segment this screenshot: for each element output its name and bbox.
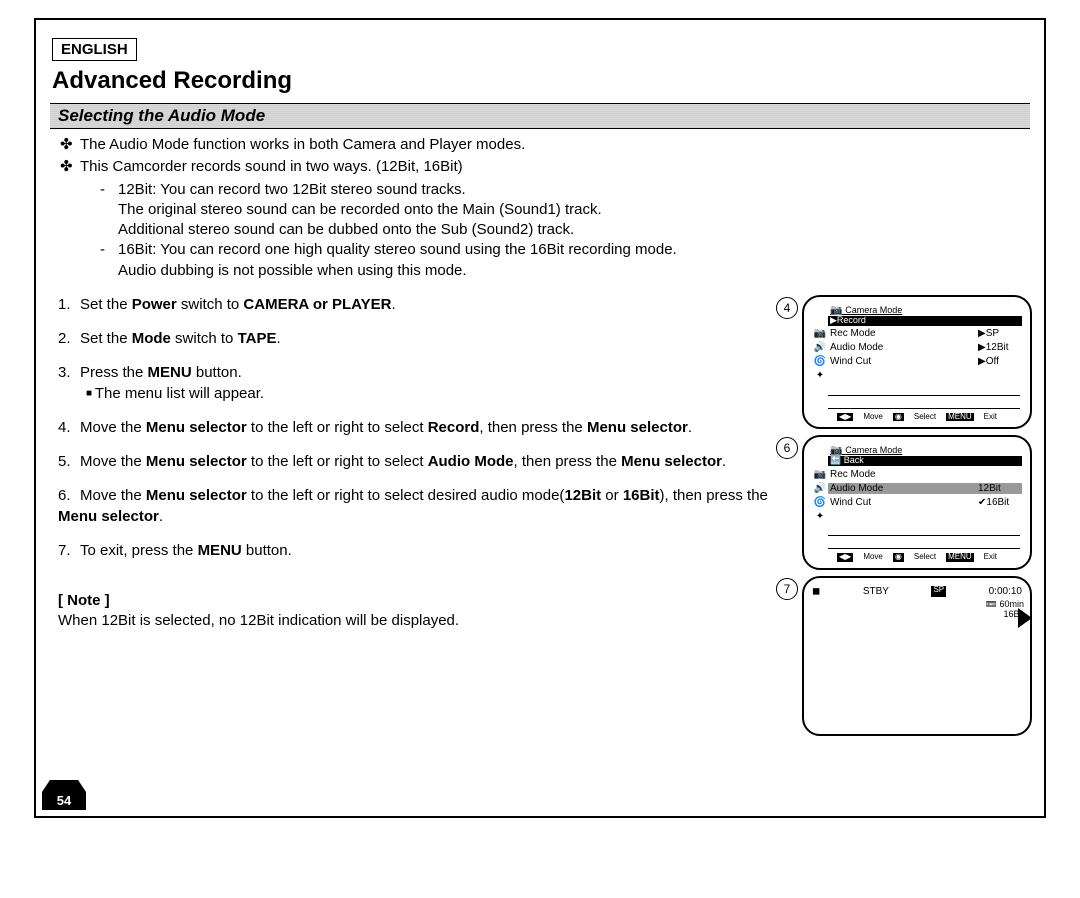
figure-number: 6 bbox=[776, 437, 798, 459]
intro-sub: The original stereo sound can be recorde… bbox=[118, 200, 602, 220]
figure-6: 6 Camera Mode 🔙 Back 📷Rec Mode 🔊Audio Mo… bbox=[776, 435, 1032, 570]
menu-row-highlighted: 🔊Audio Mode12Bit bbox=[812, 481, 1022, 495]
time-counter: 0:00:10 bbox=[989, 586, 1022, 597]
step-1: 1.Set the Power switch to CAMERA or PLAY… bbox=[58, 295, 768, 315]
intro-line: The Audio Mode function works in both Ca… bbox=[80, 135, 525, 155]
step-6: 6.Move the Menu selector to the left or … bbox=[58, 486, 768, 527]
lcd-screen-6: Camera Mode 🔙 Back 📷Rec Mode 🔊Audio Mode… bbox=[802, 435, 1032, 570]
intro-line: This Camcorder records sound in two ways… bbox=[80, 157, 463, 177]
lcd-footer: ◀▶Move ◉Select MENUExit bbox=[812, 413, 1022, 422]
intro-block: ✤The Audio Mode function works in both C… bbox=[60, 135, 1032, 281]
play-triangle-icon bbox=[1018, 608, 1032, 628]
menu-row: 🌀Wind Cut▶Off bbox=[812, 355, 1022, 369]
row-icon: 🌀 bbox=[812, 356, 828, 367]
step-2: 2.Set the Mode switch to TAPE. bbox=[58, 329, 768, 349]
intro-sub: 12Bit: You can record two 12Bit stereo s… bbox=[118, 180, 466, 200]
intro-sub: Additional stereo sound can be dubbed on… bbox=[118, 220, 574, 240]
row-icon: ✦ bbox=[812, 370, 828, 381]
lcd-screen-4: Camera Mode ▶Record 📷Rec Mode▶SP 🔊Audio … bbox=[802, 295, 1032, 430]
menu-row: 🔊Audio Mode▶12Bit bbox=[812, 341, 1022, 355]
lcd-screen-7: ◼ STBY SP 0:00:10 📼 60min 16Bit bbox=[802, 576, 1032, 736]
row-icon: ✦ bbox=[812, 511, 828, 522]
sp-badge: SP bbox=[931, 586, 946, 597]
menu-row: 🌀Wind Cut✔16Bit bbox=[812, 495, 1022, 509]
figure-7: 7 ◼ STBY SP 0:00:10 📼 60min 16Bit bbox=[776, 576, 1032, 736]
step-5: 5.Move the Menu selector to the left or … bbox=[58, 452, 768, 472]
row-icon: 📷 bbox=[812, 328, 828, 339]
language-badge: ENGLISH bbox=[52, 38, 137, 61]
lcd-submenu: ▶Record bbox=[828, 316, 1022, 326]
menu-row: ✦ bbox=[812, 369, 1022, 383]
manual-page: ENGLISH Advanced Recording Selecting the… bbox=[34, 18, 1046, 818]
lcd-footer: ◀▶Move ◉Select MENUExit bbox=[812, 553, 1022, 562]
row-icon: 🔊 bbox=[812, 342, 828, 353]
figures-column: 4 Camera Mode ▶Record 📷Rec Mode▶SP 🔊Audi… bbox=[776, 295, 1032, 742]
intro-sub: Audio dubbing is not possible when using… bbox=[118, 261, 467, 281]
step-3: 3.Press the MENU button. The menu list w… bbox=[58, 363, 768, 404]
step-7: 7.To exit, press the MENU button. bbox=[58, 541, 768, 561]
step-4: 4.Move the Menu selector to the left or … bbox=[58, 418, 768, 438]
page-number-badge: 54 bbox=[42, 780, 86, 810]
menu-row: 📷Rec Mode bbox=[812, 467, 1022, 481]
menu-row: ✦ bbox=[812, 509, 1022, 523]
menu-row: 📷Rec Mode▶SP bbox=[812, 327, 1022, 341]
section-heading: Selecting the Audio Mode bbox=[50, 103, 1030, 129]
row-icon: 🔊 bbox=[812, 483, 828, 494]
stby-label: STBY bbox=[863, 586, 889, 597]
steps-column: 1.Set the Power switch to CAMERA or PLAY… bbox=[48, 295, 768, 742]
lcd-submenu: 🔙 Back bbox=[828, 456, 1022, 466]
figure-number: 7 bbox=[776, 578, 798, 600]
row-icon: 📷 bbox=[812, 469, 828, 480]
step-3-bullet: The menu list will appear. bbox=[86, 384, 768, 404]
row-icon: 🌀 bbox=[812, 497, 828, 508]
note-heading: [ Note ] bbox=[58, 591, 768, 611]
intro-sub: 16Bit: You can record one high quality s… bbox=[118, 240, 677, 260]
figure-4: 4 Camera Mode ▶Record 📷Rec Mode▶SP 🔊Audi… bbox=[776, 295, 1032, 430]
note-body: When 12Bit is selected, no 12Bit indicat… bbox=[58, 611, 768, 631]
figure-number: 4 bbox=[776, 297, 798, 319]
rec-indicator-icon: ◼ bbox=[812, 586, 820, 597]
page-title: Advanced Recording bbox=[52, 67, 1032, 95]
